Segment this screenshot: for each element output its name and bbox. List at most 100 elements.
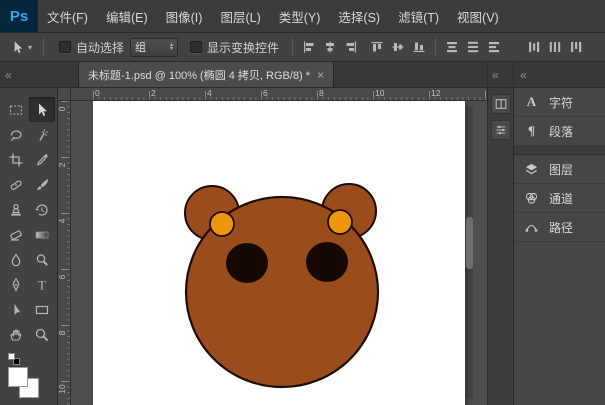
tool-magic-wand[interactable] <box>29 122 55 147</box>
distribute-horizontal-group <box>525 38 585 56</box>
bear-right-eye <box>306 242 348 282</box>
path-selection-icon <box>8 302 24 318</box>
align-top-edges-button[interactable] <box>368 38 386 56</box>
bear-left-inner-ear <box>210 212 234 236</box>
collapsed-panel-dock <box>487 88 513 405</box>
color-swatch-zone <box>8 353 57 399</box>
distribute-bottom-edges-icon <box>487 40 501 54</box>
auto-select-label: 自动选择 <box>76 39 124 56</box>
distribute-top-edges-button[interactable] <box>443 38 461 56</box>
tool-shape[interactable] <box>29 297 55 322</box>
brush-icon <box>34 177 50 193</box>
eraser-icon <box>8 227 24 243</box>
panel-button-layers[interactable]: 图层 <box>514 155 605 184</box>
scrollbar-thumb[interactable] <box>466 217 473 269</box>
align-horizontal-centers-button[interactable] <box>321 38 339 56</box>
align-left-edges-icon <box>302 40 316 54</box>
distribute-right-edges-icon <box>569 40 583 54</box>
panel-button-character[interactable]: A 字符 <box>514 88 605 117</box>
tool-type[interactable]: T <box>29 272 55 297</box>
panel-button-paths[interactable]: 路径 <box>514 213 605 242</box>
distribute-horizontal-centers-button[interactable] <box>546 38 564 56</box>
show-transform-label: 显示变换控件 <box>207 39 279 56</box>
collapse-toolbar-icon[interactable]: « <box>5 68 11 82</box>
bear-right-inner-ear <box>328 210 352 234</box>
default-colors-icon[interactable] <box>8 353 20 365</box>
move-tool-icon <box>10 40 25 55</box>
tool-rectangular-marquee[interactable] <box>3 97 29 122</box>
vertical-scrollbar[interactable] <box>466 107 473 399</box>
gradient-icon <box>34 227 50 243</box>
document-tab[interactable]: 未标题-1.psd @ 100% (椭圆 4 拷贝, RGB/8) * × <box>78 62 334 87</box>
menu-type[interactable]: 类型(Y) <box>270 0 330 32</box>
ruler-number: 4 <box>58 214 67 228</box>
ruler-number: 2 <box>58 158 67 172</box>
menu-filter[interactable]: 滤镜(T) <box>389 0 448 32</box>
tool-gradient[interactable] <box>29 222 55 247</box>
rectangular-marquee-icon <box>8 102 24 118</box>
document-canvas[interactable] <box>93 101 465 405</box>
tool-preset-picker[interactable]: ▾ <box>6 38 36 57</box>
distribute-left-edges-button[interactable] <box>525 38 543 56</box>
tool-brush[interactable] <box>29 172 55 197</box>
tool-blur[interactable] <box>3 247 29 272</box>
align-right-edges-button[interactable] <box>342 38 360 56</box>
menu-layer[interactable]: 图层(L) <box>211 0 269 32</box>
align-right-edges-icon <box>344 40 358 54</box>
menu-file[interactable]: 文件(F) <box>38 0 97 32</box>
tool-path-selection[interactable] <box>3 297 29 322</box>
close-tab-icon[interactable]: × <box>317 68 324 82</box>
pen-icon <box>8 277 24 293</box>
panel-button-channels[interactable]: 通道 <box>514 184 605 213</box>
spot-healing-brush-icon <box>8 177 24 193</box>
collapse-panels-icon[interactable]: « <box>520 68 526 82</box>
tool-lasso[interactable] <box>3 122 29 147</box>
menu-select[interactable]: 选择(S) <box>329 0 389 32</box>
tool-dodge[interactable] <box>29 247 55 272</box>
expand-dock-icon[interactable]: « <box>492 68 498 82</box>
zoom-icon <box>34 327 50 343</box>
menu-view[interactable]: 视图(V) <box>448 0 508 32</box>
ruler-number: 4 <box>207 88 212 98</box>
distribute-right-edges-button[interactable] <box>567 38 585 56</box>
align-vertical-centers-button[interactable] <box>389 38 407 56</box>
rectangle-shape-icon <box>34 302 50 318</box>
align-vertical-group <box>368 38 428 56</box>
tool-spot-healing-brush[interactable] <box>3 172 29 197</box>
menu-edit[interactable]: 编辑(E) <box>97 0 157 32</box>
lasso-icon <box>8 127 24 143</box>
distribute-vertical-centers-button[interactable] <box>464 38 482 56</box>
tool-clone-stamp[interactable] <box>3 197 29 222</box>
dodge-icon <box>34 252 50 268</box>
panel-label-paths: 路径 <box>549 219 573 236</box>
hand-icon <box>8 327 24 343</box>
auto-select-checkbox[interactable] <box>59 41 71 53</box>
tool-hand[interactable] <box>3 322 29 347</box>
auto-select-target-dropdown[interactable]: 组 ▴▾ <box>130 38 178 57</box>
align-left-edges-button[interactable] <box>300 38 318 56</box>
canvas-region: 0 2 4 6 8 10 <box>58 101 487 405</box>
distribute-bottom-edges-button[interactable] <box>485 38 503 56</box>
ruler-number: 8 <box>58 326 67 340</box>
tool-history-brush[interactable] <box>29 197 55 222</box>
collapsed-panel-button-2[interactable] <box>491 120 511 140</box>
horizontal-ruler: 0 2 4 6 8 10 12 <box>71 88 487 101</box>
distribute-left-edges-icon <box>527 40 541 54</box>
foreground-color-swatch[interactable] <box>8 367 28 387</box>
ruler-number: 2 <box>151 88 156 98</box>
menu-image[interactable]: 图像(I) <box>157 0 212 32</box>
show-transform-checkbox[interactable] <box>190 41 202 53</box>
tool-eraser[interactable] <box>3 222 29 247</box>
panel-button-paragraph[interactable]: ¶ 段落 <box>514 117 605 146</box>
tool-pen[interactable] <box>3 272 29 297</box>
tool-move[interactable] <box>29 97 55 122</box>
collapsed-panel-button-1[interactable] <box>491 94 511 114</box>
distribute-vertical-group <box>443 38 503 56</box>
columns-panel-icon <box>494 97 508 111</box>
align-bottom-edges-button[interactable] <box>410 38 428 56</box>
tool-eyedropper[interactable] <box>29 147 55 172</box>
toolbar-dock-header: « <box>0 62 58 87</box>
tool-zoom[interactable] <box>29 322 55 347</box>
distribute-top-edges-icon <box>445 40 459 54</box>
tool-crop[interactable] <box>3 147 29 172</box>
